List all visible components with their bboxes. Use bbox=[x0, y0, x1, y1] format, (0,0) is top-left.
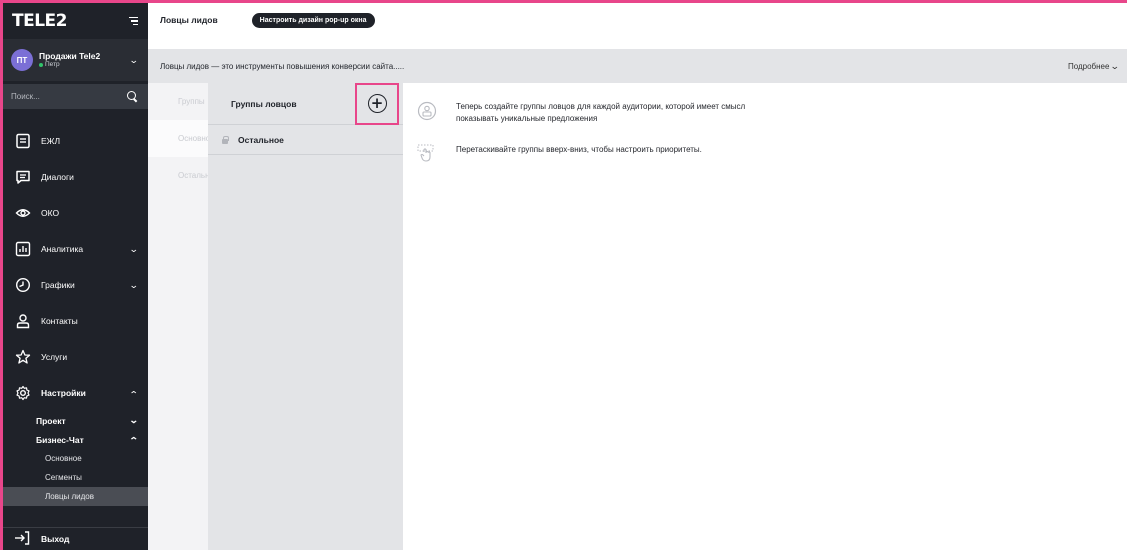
back-row: Остальное bbox=[178, 171, 219, 180]
chevron-down-icon[interactable]: ⌄ bbox=[129, 55, 139, 66]
settings-submenu: Проект ⌄ Бизнес-Чат ⌄ bbox=[3, 411, 148, 449]
nav-item-analytics[interactable]: Аналитика ⌄ bbox=[3, 231, 148, 267]
nav-item-oko[interactable]: ОКО bbox=[3, 195, 148, 231]
nav-label: ОКО bbox=[41, 208, 60, 218]
logout-icon bbox=[14, 531, 32, 547]
clock-icon bbox=[14, 276, 32, 294]
add-group-button[interactable]: + bbox=[367, 94, 387, 113]
document-icon bbox=[14, 132, 32, 150]
info-banner: Ловцы лидов — это инструменты повышения … bbox=[148, 49, 1127, 83]
chat-icon bbox=[14, 168, 32, 186]
account-selector[interactable]: ПТ Продажи Tele2 Петр ⌄ bbox=[3, 39, 148, 81]
nav-label: Услуги bbox=[41, 352, 68, 362]
gear-icon bbox=[14, 384, 32, 402]
nav-item-graphs[interactable]: Графики ⌄ bbox=[3, 267, 148, 303]
nav-item-business-chat[interactable]: Бизнес-Чат ⌄ bbox=[36, 430, 148, 449]
nav-item-services[interactable]: Услуги bbox=[3, 339, 148, 375]
nav-label: Графики bbox=[41, 280, 75, 290]
account-user: Петр bbox=[39, 61, 130, 69]
tele2-logo[interactable]: TELE2 bbox=[12, 11, 67, 31]
main-nav: ЕЖЛ Диалоги ОКО Аналитика ⌄ Графики ⌄ Конт bbox=[3, 123, 148, 506]
account-user-name: Петр bbox=[45, 61, 60, 69]
chart-icon bbox=[14, 240, 32, 258]
chevron-down-icon: ⌄ bbox=[129, 243, 140, 254]
account-name: Продажи Tele2 bbox=[39, 51, 101, 61]
groups-header: Группы ловцов + bbox=[208, 82, 403, 125]
logout-label: Выход bbox=[41, 534, 70, 544]
search-box bbox=[3, 84, 148, 109]
nav-item-project[interactable]: Проект ⌄ bbox=[36, 411, 148, 430]
configure-popup-design-button[interactable]: Настроить дизайн pop-up окна bbox=[251, 12, 375, 28]
groups-column-background: Группы Основное Остальное bbox=[148, 83, 219, 550]
search-input[interactable] bbox=[11, 92, 101, 101]
more-label: Подробнее bbox=[1067, 61, 1110, 71]
online-status-icon bbox=[39, 63, 43, 68]
nav-label: Контакты bbox=[41, 316, 78, 326]
group-label: Остальное bbox=[238, 134, 284, 145]
back-row: Основное bbox=[148, 120, 215, 157]
sidebar: TELE2 ПТ Продажи Tele2 Петр ⌄ ЕЖЛ Диалог… bbox=[0, 3, 148, 550]
hint-drag-groups: Перетаскивайте группы вверх-вниз, чтобы … bbox=[417, 144, 702, 164]
back-header: Группы bbox=[178, 97, 205, 106]
avatar: ПТ bbox=[11, 49, 33, 71]
chevron-down-icon: ⌄ bbox=[129, 279, 140, 290]
nav-label: Диалоги bbox=[41, 172, 74, 182]
hint-text-line: Перетаскивайте группы вверх-вниз, чтобы … bbox=[456, 145, 702, 154]
hint-text-line: показывать уникальные предложения bbox=[456, 113, 598, 123]
nav-label: ЕЖЛ bbox=[41, 136, 61, 146]
person-icon bbox=[14, 312, 32, 330]
chevron-down-icon: ⌄ bbox=[129, 415, 140, 425]
nav-item-main[interactable]: Основное bbox=[3, 449, 148, 468]
nav-item-ezhl[interactable]: ЕЖЛ bbox=[3, 123, 148, 159]
logo-row: TELE2 bbox=[3, 3, 148, 39]
chevron-down-icon: ⌄ bbox=[1110, 60, 1121, 71]
add-group-highlight: + bbox=[355, 82, 399, 125]
more-link[interactable]: Подробнее ⌄ bbox=[1067, 60, 1121, 72]
chevron-up-icon: ⌄ bbox=[129, 388, 140, 399]
user-circle-icon bbox=[417, 101, 437, 121]
info-text: Ловцы лидов — это инструменты повышения … bbox=[160, 61, 405, 71]
star-icon bbox=[14, 348, 32, 366]
group-row[interactable]: Остальное bbox=[208, 125, 403, 155]
hint-text-line: Теперь создайте группы ловцов для каждой… bbox=[456, 102, 746, 111]
top-bar: Ловцы лидов Настроить дизайн pop-up окна bbox=[148, 3, 1127, 37]
nav-label: Бизнес-Чат bbox=[36, 434, 84, 445]
lock-icon bbox=[221, 135, 229, 144]
menu-icon[interactable] bbox=[129, 16, 138, 26]
hints-panel: Теперь создайте группы ловцов для каждой… bbox=[403, 83, 1127, 550]
nav-label: Проект bbox=[36, 415, 66, 426]
nav-item-settings[interactable]: Настройки ⌄ bbox=[3, 375, 148, 411]
nav-item-segments[interactable]: Сегменты bbox=[3, 468, 148, 487]
nav-label: Аналитика bbox=[41, 244, 84, 254]
search-icon[interactable] bbox=[127, 91, 138, 102]
drag-hand-icon bbox=[417, 144, 437, 164]
catcher-groups-panel: Группы ловцов + Остальное bbox=[208, 82, 403, 550]
nav-item-contacts[interactable]: Контакты bbox=[3, 303, 148, 339]
eye-icon bbox=[14, 204, 32, 222]
logout-button[interactable]: Выход bbox=[3, 527, 148, 550]
chevron-up-icon: ⌄ bbox=[129, 435, 140, 445]
page-title: Ловцы лидов bbox=[160, 15, 218, 25]
nav-label: Настройки bbox=[41, 388, 86, 398]
nav-item-lead-catchers[interactable]: Ловцы лидов bbox=[3, 487, 148, 506]
groups-title: Группы ловцов bbox=[231, 98, 297, 109]
nav-item-dialogs[interactable]: Диалоги bbox=[3, 159, 148, 195]
hint-create-groups: Теперь создайте группы ловцов для каждой… bbox=[417, 101, 745, 124]
